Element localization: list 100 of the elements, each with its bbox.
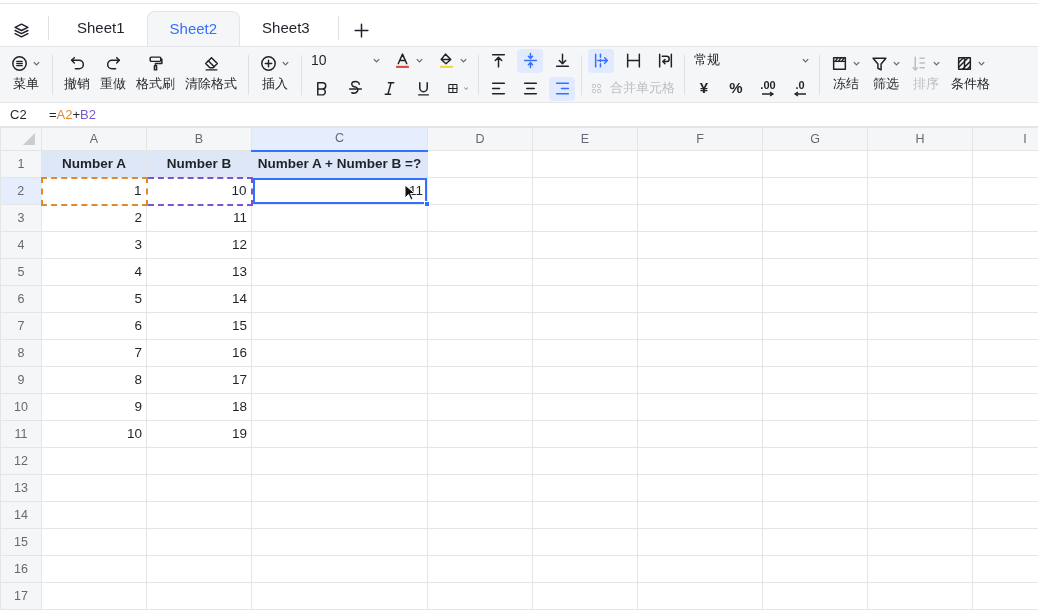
hatched-square-icon (955, 55, 973, 73)
row-header[interactable]: 6 (0, 285, 42, 313)
row-header[interactable]: 4 (0, 231, 42, 259)
table-cell: 8 (41, 366, 147, 394)
table-cell: 9 (41, 393, 147, 421)
row-header[interactable]: 3 (0, 204, 42, 232)
row-header[interactable]: 10 (0, 393, 42, 421)
triangle-icon (23, 133, 35, 146)
row-header[interactable]: 17 (0, 582, 42, 610)
column-title-cell: Number A (41, 150, 147, 178)
corner-cell[interactable] (0, 127, 42, 151)
column-title-cell: Number B (146, 150, 252, 178)
column-header[interactable]: C (251, 127, 428, 151)
left-arrow-icon (793, 91, 807, 97)
column-header[interactable]: I (972, 127, 1038, 151)
row-header[interactable]: 15 (0, 528, 42, 556)
column-header[interactable]: E (532, 127, 638, 151)
number-format-button[interactable]: ¥ (691, 76, 717, 101)
insert-button[interactable]: 插入 (255, 55, 295, 94)
row-header[interactable]: 9 (0, 366, 42, 394)
freeze-button[interactable]: 冻结 (826, 55, 866, 94)
row-header[interactable]: 13 (0, 474, 42, 502)
table-cell: 7 (41, 339, 147, 367)
row-header[interactable]: 14 (0, 501, 42, 529)
number-format-dropdown[interactable]: 常规 (691, 48, 813, 73)
menu-button[interactable]: 菜单 (6, 55, 46, 94)
table-cell: 6 (41, 312, 147, 340)
sort-icon (911, 55, 928, 73)
add-icon (353, 21, 371, 39)
column-header[interactable]: B (146, 127, 252, 151)
align-middle-icon (521, 52, 539, 69)
column-header[interactable]: H (867, 127, 973, 151)
align-bottom-icon (553, 52, 571, 69)
clear-format-button[interactable]: 清除格式 (180, 55, 242, 94)
row-header[interactable]: 8 (0, 339, 42, 367)
row-header[interactable]: 7 (0, 312, 42, 340)
caret-icon (415, 56, 424, 65)
font-color-icon (394, 52, 411, 69)
conditional-format-button[interactable]: 条件格 (946, 55, 995, 94)
table-cell: 10 (146, 177, 252, 205)
table-cell: 13 (146, 258, 252, 286)
caret-icon (462, 84, 469, 93)
sheet-tab[interactable]: Sheet1 (55, 11, 147, 46)
table-cell: 14 (146, 285, 252, 313)
table-cell: 10 (41, 420, 147, 448)
row-header[interactable]: 1 (0, 150, 42, 178)
table-cell: 3 (41, 231, 147, 259)
align-left-icon (489, 80, 507, 97)
align-top-icon (489, 52, 507, 69)
column-title-cell: Number A + Number B =? (251, 150, 428, 178)
filter-button[interactable]: 筛选 (866, 55, 906, 94)
redo-icon (104, 55, 122, 73)
table-cell: 15 (146, 312, 252, 340)
plus-circle-icon (260, 55, 277, 73)
caret-icon (459, 56, 468, 65)
column-header[interactable]: A (41, 127, 147, 151)
paint-bucket-icon (438, 52, 455, 69)
table-cell: 17 (146, 366, 252, 394)
layers-icon (12, 21, 30, 39)
column-header[interactable]: F (637, 127, 763, 151)
caret-icon (801, 56, 810, 65)
fill-handle[interactable] (424, 201, 430, 207)
caret-icon (892, 59, 901, 69)
column-header[interactable]: G (762, 127, 868, 151)
number-format-button[interactable]: % (723, 76, 749, 101)
row-header[interactable]: 11 (0, 420, 42, 448)
row-header[interactable]: 12 (0, 447, 42, 475)
table-cell: 19 (146, 420, 252, 448)
clip-icon (624, 52, 642, 69)
menu-icon (11, 55, 28, 73)
row-header[interactable]: 5 (0, 258, 42, 286)
number-format-button[interactable]: .00 (755, 76, 781, 101)
cell-reference: C2 (9, 105, 28, 124)
formula-text[interactable]: =A2+B2 (49, 104, 96, 125)
table-cell: 16 (146, 339, 252, 367)
font-size-dropdown[interactable]: 10 (308, 48, 384, 73)
undo-icon (68, 55, 86, 73)
wrap-icon (656, 52, 674, 69)
caret-icon (976, 59, 986, 69)
sheet-tab[interactable]: Sheet2 (146, 11, 241, 46)
undo-button[interactable]: 撤销 (59, 55, 95, 94)
table-cell: 18 (146, 393, 252, 421)
row-header[interactable]: 2 (0, 177, 42, 205)
number-format-button[interactable]: .0 (787, 76, 813, 101)
table-cell: 1 (41, 177, 147, 205)
format-painter-button[interactable]: 格式刷 (131, 55, 180, 94)
overflow-icon (592, 52, 610, 69)
strikethrough-icon (346, 80, 364, 97)
redo-button[interactable]: 重做 (95, 55, 131, 94)
freeze-icon (831, 55, 848, 73)
table-cell: 5 (41, 285, 147, 313)
table-cell: 4 (41, 258, 147, 286)
caret-icon (932, 59, 941, 69)
caret-icon (852, 59, 861, 69)
sheet-tab[interactable]: Sheet3 (240, 11, 332, 46)
row-header[interactable]: 16 (0, 555, 42, 583)
eraser-icon (202, 55, 220, 73)
align-right-icon (553, 80, 571, 97)
table-cell: 11 (146, 204, 252, 232)
column-header[interactable]: D (427, 127, 533, 151)
